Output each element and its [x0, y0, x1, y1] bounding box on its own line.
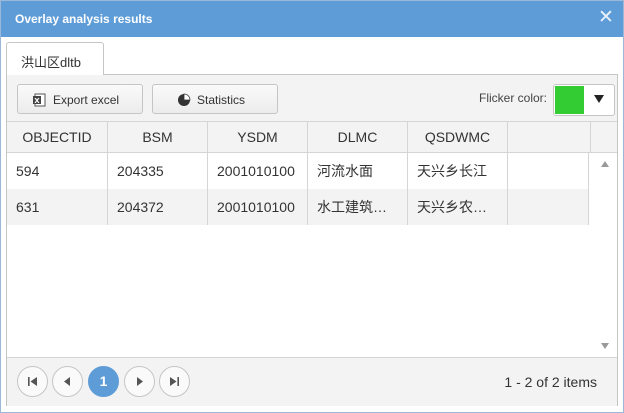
table-row[interactable]: 631 204372 2001010100 水工建筑… 天兴乡农…: [7, 189, 589, 225]
last-page-button[interactable]: [159, 366, 190, 397]
pager-info: 1 - 2 of 2 items: [504, 374, 597, 390]
cell-ysdm: 2001010100: [208, 153, 308, 189]
statistics-label: Statistics: [197, 93, 246, 107]
cell-qsdwmc: 天兴乡长江: [408, 153, 508, 189]
flicker-color-label: Flicker color:: [478, 91, 547, 105]
scroll-up-icon[interactable]: [601, 161, 609, 167]
scroll-down-icon[interactable]: [601, 343, 609, 349]
dialog-body: 洪山区dltb X Export excel Statistics Flicke…: [1, 37, 623, 412]
column-header-dlmc[interactable]: DLMC: [308, 122, 408, 152]
column-header-qsdwmc[interactable]: QSDWMC: [408, 122, 508, 152]
column-header-objectid[interactable]: OBJECTID: [7, 122, 108, 152]
statistics-button[interactable]: Statistics: [152, 84, 278, 114]
excel-icon: X: [33, 93, 46, 107]
column-header-empty: [508, 122, 591, 152]
overlay-results-dialog: Overlay analysis results ✕ 洪山区dltb X Exp…: [0, 0, 624, 413]
first-page-icon: [28, 377, 37, 386]
cell-ysdm: 2001010100: [208, 189, 308, 225]
previous-page-button[interactable]: [52, 366, 83, 397]
grid-body: 594 204335 2001010100 河流水面 天兴乡长江 631 204…: [7, 153, 589, 357]
tab-hongshan-dltb[interactable]: 洪山区dltb: [6, 42, 104, 75]
cell-bsm: 204335: [108, 153, 208, 189]
column-header-ysdm[interactable]: YSDM: [208, 122, 308, 152]
export-excel-button[interactable]: X Export excel: [17, 84, 143, 114]
close-icon[interactable]: ✕: [597, 7, 615, 29]
cell-dlmc: 河流水面: [308, 153, 408, 189]
last-page-icon: [170, 377, 179, 386]
cell-bsm: 204372: [108, 189, 208, 225]
cell-objectid: 594: [7, 153, 108, 189]
cell-dlmc: 水工建筑…: [308, 189, 408, 225]
next-page-icon: [137, 377, 143, 386]
results-grid: OBJECTID BSM YSDM DLMC QSDWMC 594 204335…: [7, 121, 617, 358]
page-1-button[interactable]: 1: [88, 366, 119, 397]
export-excel-label: Export excel: [53, 93, 120, 107]
vertical-scrollbar[interactable]: [595, 153, 617, 357]
svg-text:X: X: [34, 97, 40, 105]
cell-objectid: 631: [7, 189, 108, 225]
grid-header: OBJECTID BSM YSDM DLMC QSDWMC: [7, 122, 617, 153]
tab-label: 洪山区dltb: [21, 55, 81, 70]
color-swatch: [555, 86, 584, 114]
toolbar: X Export excel Statistics Flicker color:: [7, 75, 617, 121]
column-header-bsm[interactable]: BSM: [108, 122, 208, 152]
table-row[interactable]: 594 204335 2001010100 河流水面 天兴乡长江: [7, 153, 589, 189]
cell-qsdwmc: 天兴乡农…: [408, 189, 508, 225]
pie-chart-icon: [178, 93, 191, 106]
dialog-title: Overlay analysis results: [15, 12, 153, 26]
cell-empty: [508, 189, 589, 225]
first-page-button[interactable]: [17, 366, 48, 397]
previous-page-icon: [64, 377, 70, 386]
next-page-button[interactable]: [124, 366, 155, 397]
cell-empty: [508, 153, 589, 189]
pager: 1 1 - 2 of 2 items: [7, 357, 617, 406]
chevron-down-icon: [594, 95, 604, 103]
tab-panel: X Export excel Statistics Flicker color:: [6, 74, 618, 406]
dialog-titlebar[interactable]: Overlay analysis results ✕: [1, 1, 623, 37]
flicker-color-picker[interactable]: [553, 84, 615, 116]
